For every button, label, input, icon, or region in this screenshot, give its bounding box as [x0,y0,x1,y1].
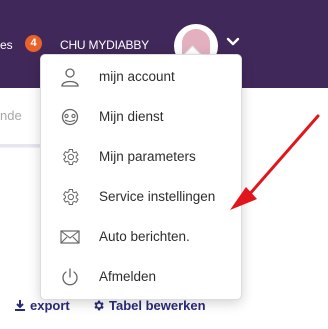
envelope-icon [59,227,81,247]
edit-table-label: Tabel bewerken [109,298,206,313]
user-icon [59,67,81,87]
service-icon [59,107,81,127]
menu-item-label: Mijn parameters [99,149,196,164]
user-dropdown-menu: mijn account Mijn dienst Mijn parameters… [40,54,242,300]
menu-item-label: Afmelden [99,269,157,284]
menu-item-label: Service instellingen [99,189,216,204]
notification-badge: 4 [25,35,42,52]
menu-item-my-account[interactable]: mijn account [41,59,241,95]
export-button[interactable]: export [14,298,70,315]
menu-item-my-parameters[interactable]: Mijn parameters [41,139,241,175]
user-name[interactable]: CHU MYDIABBY [60,38,149,52]
nav-item-partial[interactable]: es [0,38,13,52]
export-label: export [30,298,70,313]
menu-item-logout[interactable]: Afmelden [41,259,241,295]
gear-icon [92,299,105,315]
chevron-down-icon[interactable] [226,36,240,48]
download-icon [14,299,26,315]
gear-icon [59,147,81,167]
gear-icon [59,187,81,207]
menu-item-label: mijn account [99,69,175,84]
power-icon [59,267,81,287]
edit-table-button[interactable]: Tabel bewerken [92,298,206,315]
menu-item-service-settings[interactable]: Service instellingen [41,179,241,215]
menu-item-label: Mijn dienst [99,109,164,124]
menu-item-my-service[interactable]: Mijn dienst [41,99,241,135]
menu-item-auto-messages[interactable]: Auto berichten. [41,219,241,255]
partial-tab-label[interactable]: nde [0,108,22,123]
menu-item-label: Auto berichten. [99,229,190,244]
